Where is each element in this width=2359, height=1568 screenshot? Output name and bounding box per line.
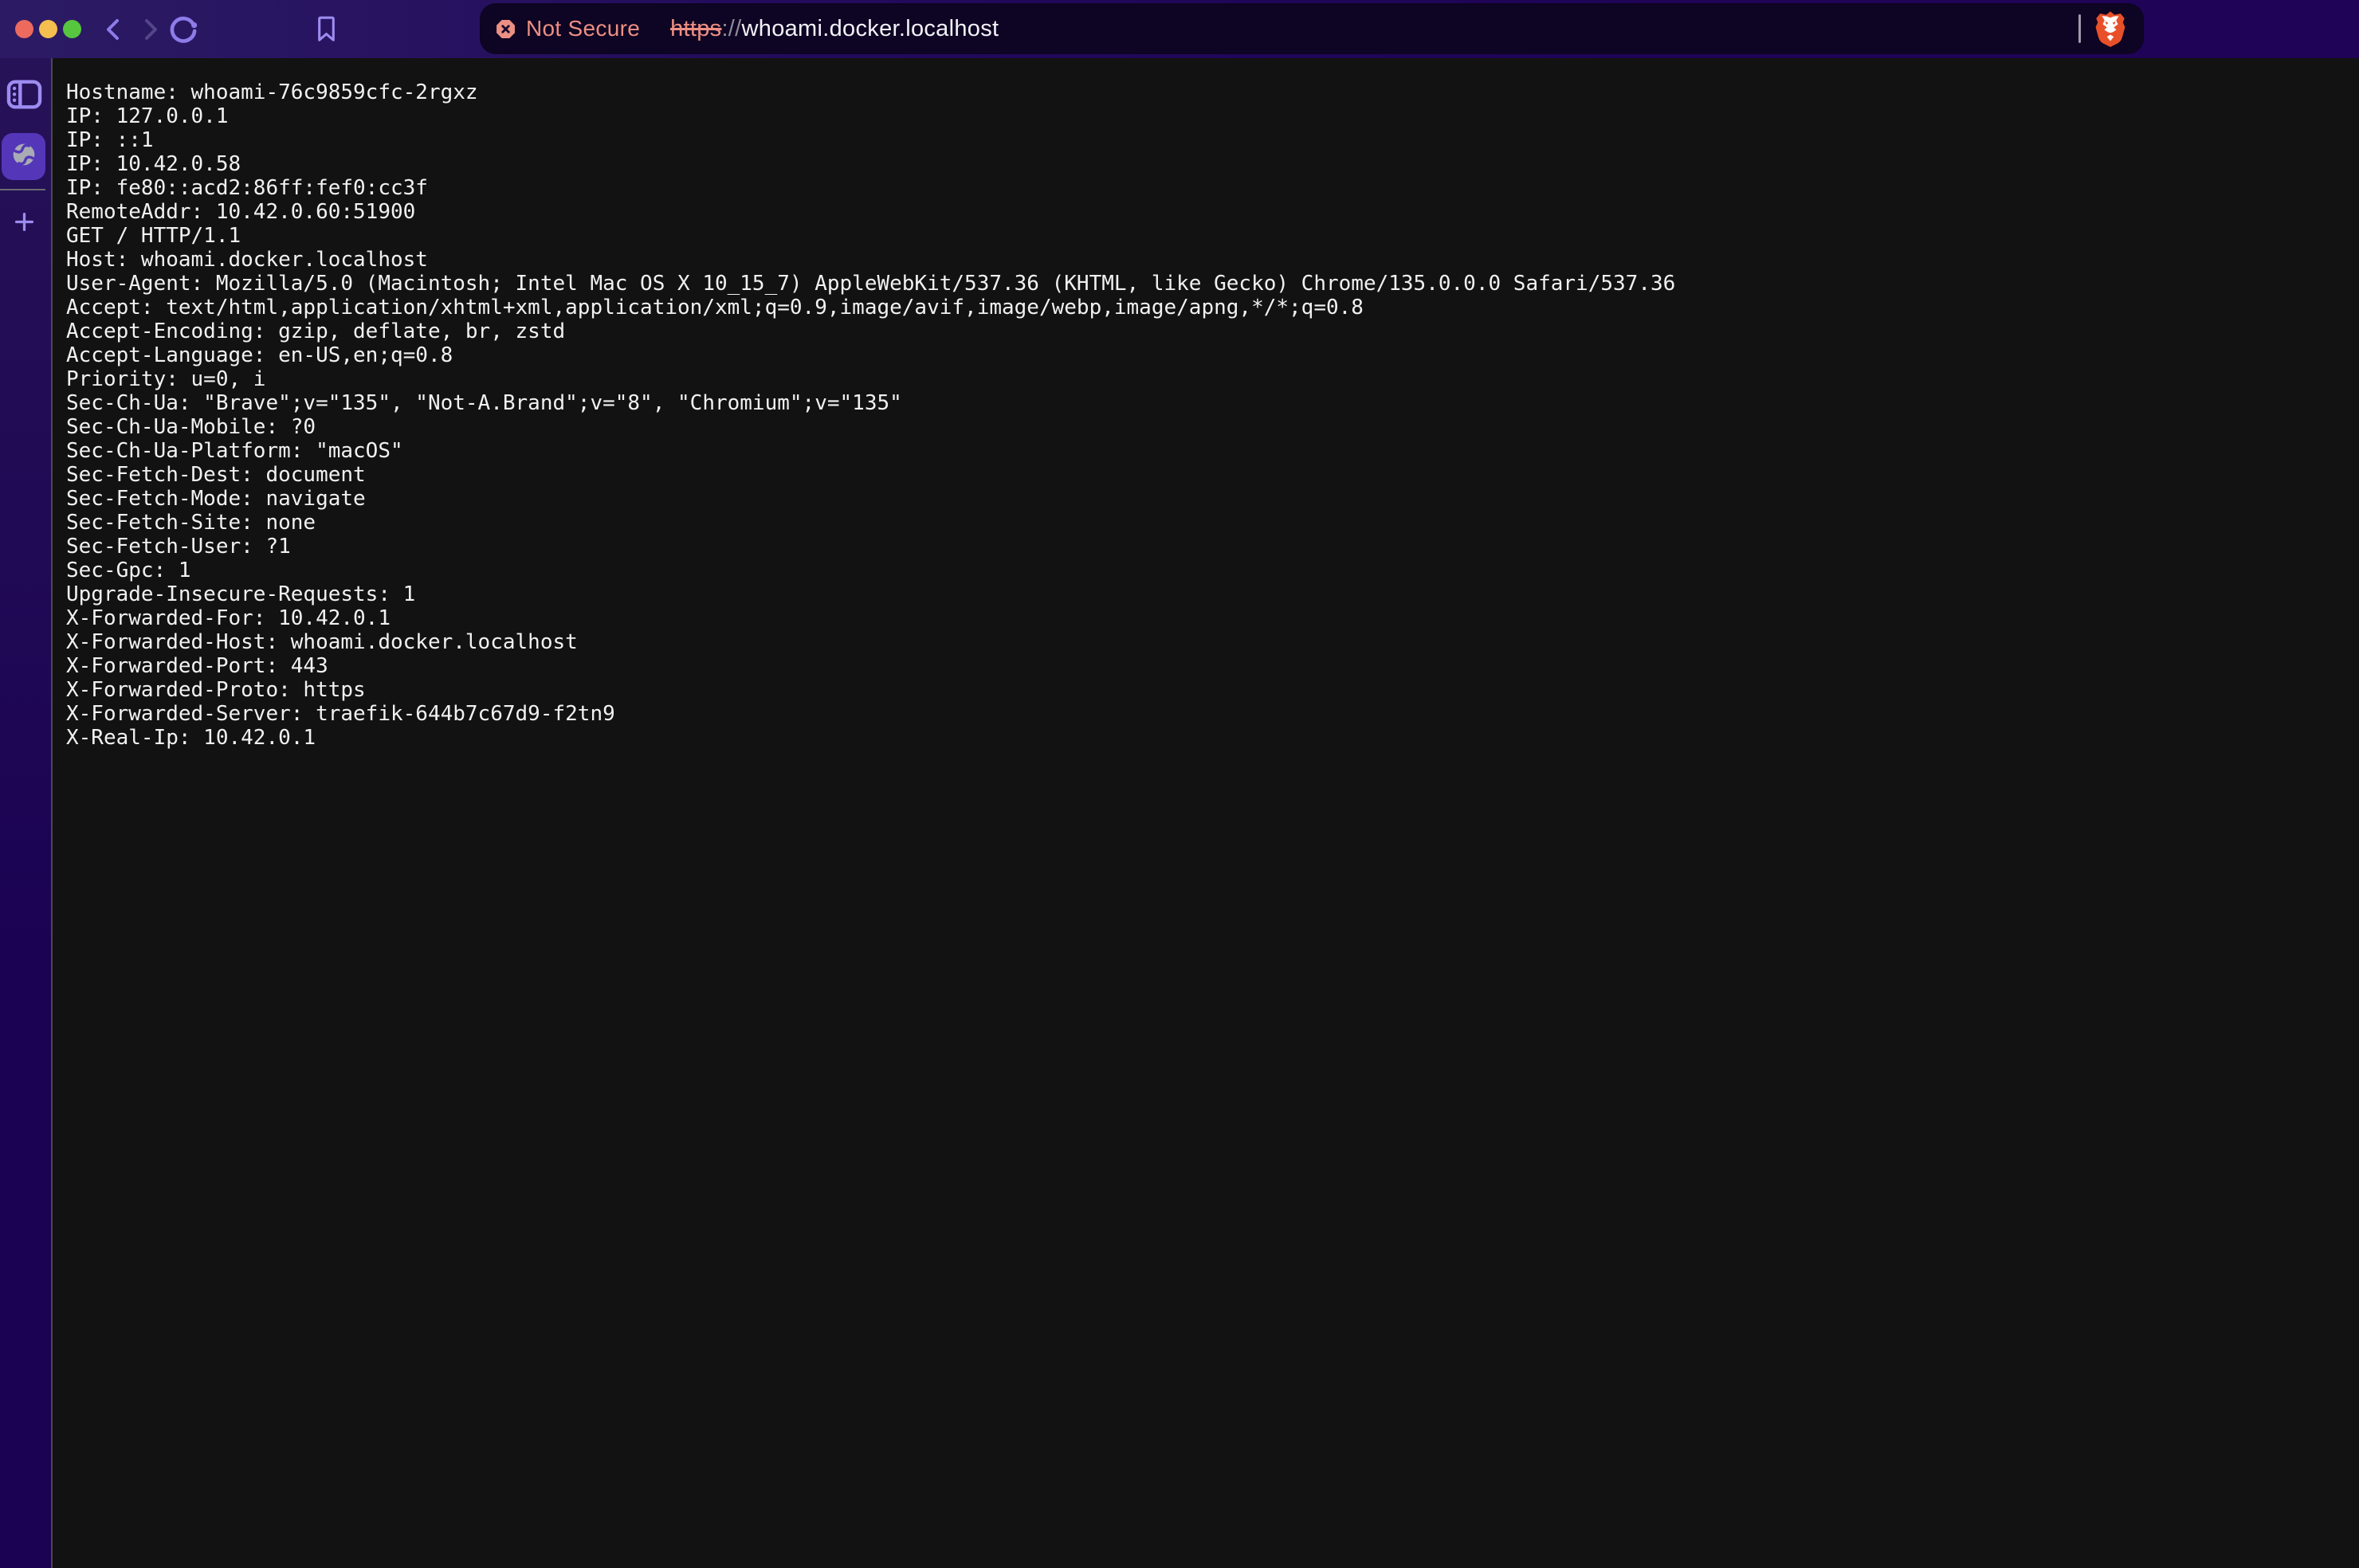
address-bar[interactable]: Not Secure https://whoami.docker.localho… <box>480 3 2144 54</box>
address-bar-divider <box>2078 14 2081 43</box>
new-tab-button[interactable] <box>14 211 35 233</box>
bookmark-button[interactable] <box>317 16 336 42</box>
address-bar-right <box>2078 10 2126 47</box>
close-window-button[interactable] <box>15 20 33 38</box>
plus-icon <box>14 223 35 235</box>
sidebar-divider <box>0 189 45 190</box>
vertical-tabs-sidebar <box>0 58 53 1568</box>
minimize-window-button[interactable] <box>39 20 57 38</box>
url-host: whoami.docker.localhost <box>742 16 999 41</box>
back-button[interactable] <box>102 18 123 41</box>
browser-window: Not Secure https://whoami.docker.localho… <box>0 0 2359 1568</box>
zoom-window-button[interactable] <box>63 20 81 38</box>
page-content: Hostname: whoami-76c9859cfc-2rgxz IP: 12… <box>53 58 2359 1568</box>
window-body: Hostname: whoami-76c9859cfc-2rgxz IP: 12… <box>0 58 2359 1568</box>
forward-button[interactable] <box>140 18 161 41</box>
brave-shields-icon[interactable] <box>2094 10 2126 47</box>
whoami-response-text: Hostname: whoami-76c9859cfc-2rgxz IP: 12… <box>53 58 2359 750</box>
reload-icon <box>169 34 198 46</box>
chevron-left-icon <box>102 31 123 43</box>
globe-icon <box>11 142 37 171</box>
window-controls <box>15 20 81 38</box>
not-secure-icon <box>496 19 516 39</box>
bookmark-icon <box>317 33 336 45</box>
url-separator: :// <box>721 16 741 41</box>
active-tab-whoami[interactable] <box>2 133 45 180</box>
sidebar-panel-icon <box>6 100 42 112</box>
url-text: https://whoami.docker.localhost <box>670 16 999 42</box>
reload-button[interactable] <box>169 15 198 44</box>
browser-toolbar: Not Secure https://whoami.docker.localho… <box>0 0 2359 58</box>
sidebar-toggle-button[interactable] <box>6 80 42 109</box>
not-secure-label: Not Secure <box>526 16 640 41</box>
chevron-right-icon <box>140 31 161 43</box>
url-scheme: https <box>670 16 721 41</box>
